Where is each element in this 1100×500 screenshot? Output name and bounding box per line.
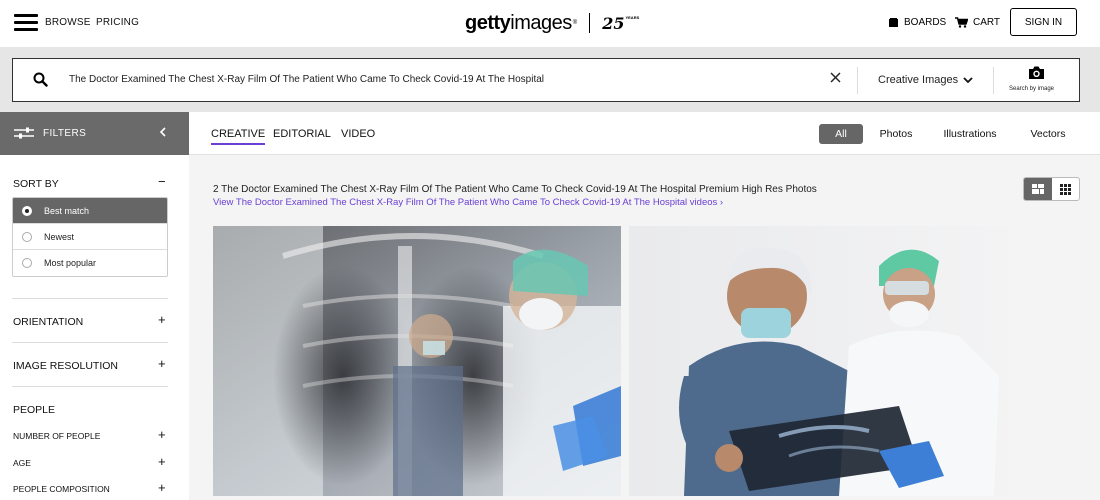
filter-photos[interactable]: Photos: [874, 124, 918, 144]
people-heading: PEOPLE: [13, 404, 56, 416]
divider: [12, 386, 168, 387]
people-composition-filter[interactable]: PEOPLE COMPOSITION: [13, 484, 110, 494]
search-icon[interactable]: [33, 72, 48, 87]
divider: [12, 342, 168, 343]
results-title: 2 The Doctor Examined The Chest X-Ray Fi…: [213, 184, 817, 195]
mosaic-view-button[interactable]: [1024, 178, 1052, 200]
cart-label: CART: [973, 17, 1001, 28]
sort-newest[interactable]: Newest: [13, 224, 167, 250]
filters-label: FILTERS: [43, 128, 87, 139]
result-image-xray-overlay[interactable]: [213, 226, 621, 496]
search-band: The Doctor Examined The Chest X-Ray Film…: [0, 47, 1100, 112]
camera-icon[interactable]: [1028, 65, 1045, 80]
divider: [12, 298, 168, 299]
top-nav: BROWSE PRICING getty images ® 25 YEARS B…: [0, 0, 1100, 47]
filter-illustrations[interactable]: Illustrations: [937, 124, 1003, 144]
filter-all[interactable]: All: [819, 124, 863, 144]
sort-options: Best match Newest Most popular: [12, 197, 168, 277]
chevron-down-icon[interactable]: [962, 74, 974, 86]
boards-link[interactable]: BOARDS: [888, 17, 946, 28]
tab-editorial[interactable]: EDITORIAL: [273, 128, 331, 140]
expand-people-composition-toggle[interactable]: +: [158, 480, 166, 495]
anniversary-number: 25: [602, 13, 625, 33]
search-divider: [993, 67, 994, 94]
mosaic-grid-icon: [1031, 184, 1044, 194]
anniversary-years: YEARS: [625, 14, 640, 20]
radio-selected-icon: [22, 205, 32, 216]
getty-images-logo[interactable]: getty images ® 25 YEARS: [465, 10, 639, 36]
sort-most-popular[interactable]: Most popular: [13, 250, 167, 276]
logo-getty-text: getty: [465, 11, 511, 34]
filter-vectors[interactable]: Vectors: [1023, 124, 1073, 144]
sliders-icon: [14, 127, 34, 139]
filters-sidebar: SORT BY − Best match Newest Most popular…: [0, 155, 189, 500]
chevron-left-icon[interactable]: [158, 126, 168, 138]
image-resolution-filter[interactable]: IMAGE RESOLUTION: [13, 360, 118, 372]
grid-view-button[interactable]: [1052, 178, 1080, 200]
sort-by-heading: SORT BY: [13, 178, 59, 190]
tab-video[interactable]: VIDEO: [341, 128, 375, 140]
search-divider: [857, 67, 858, 94]
videos-link[interactable]: View The Doctor Examined The Chest X-Ray…: [213, 197, 723, 208]
view-toggle: [1023, 177, 1080, 201]
sort-option-label: Newest: [44, 231, 75, 242]
search-by-image-label[interactable]: Search by image: [1009, 86, 1054, 92]
tab-creative[interactable]: CREATIVE: [211, 128, 266, 145]
collection-dropdown[interactable]: Creative Images: [878, 74, 958, 86]
logo-images-text: images: [510, 11, 572, 34]
expand-number-of-people-toggle[interactable]: +: [158, 427, 166, 442]
search-bar: The Doctor Examined The Chest X-Ray Film…: [12, 58, 1080, 102]
expand-age-toggle[interactable]: +: [158, 454, 166, 469]
browse-link[interactable]: BROWSE: [45, 17, 91, 28]
expand-orientation-toggle[interactable]: +: [158, 312, 166, 327]
sign-in-button[interactable]: SIGN IN: [1010, 8, 1077, 36]
close-icon[interactable]: [829, 71, 842, 84]
pricing-link[interactable]: PRICING: [96, 17, 139, 28]
cart-link[interactable]: CART: [955, 17, 1000, 28]
sort-best-match[interactable]: Best match: [13, 198, 167, 224]
cart-icon: [955, 17, 968, 28]
grid-icon: [1059, 183, 1071, 195]
orientation-filter[interactable]: ORIENTATION: [13, 316, 83, 328]
logo-registered-mark: ®: [572, 20, 578, 26]
collapse-sort-toggle[interactable]: −: [158, 174, 166, 189]
expand-resolution-toggle[interactable]: +: [158, 356, 166, 371]
age-filter[interactable]: AGE: [13, 458, 31, 468]
boards-icon: [889, 17, 898, 27]
number-of-people-filter[interactable]: NUMBER OF PEOPLE: [13, 431, 100, 441]
sort-option-label: Most popular: [44, 258, 97, 268]
boards-label: BOARDS: [904, 17, 947, 28]
radio-icon: [22, 258, 32, 268]
search-input[interactable]: The Doctor Examined The Chest X-Ray Film…: [69, 74, 544, 85]
sort-option-label: Best match: [44, 205, 90, 216]
filters-toggle[interactable]: FILTERS: [0, 112, 189, 155]
radio-icon: [22, 231, 32, 242]
content-tabs: CREATIVE EDITORIAL VIDEO All Photos Illu…: [189, 112, 1100, 155]
menu-icon[interactable]: [14, 14, 38, 32]
result-image-doctor-patient[interactable]: [629, 226, 1037, 496]
logo-divider: [589, 13, 591, 33]
results-area: 2 The Doctor Examined The Chest X-Ray Fi…: [189, 155, 1100, 500]
